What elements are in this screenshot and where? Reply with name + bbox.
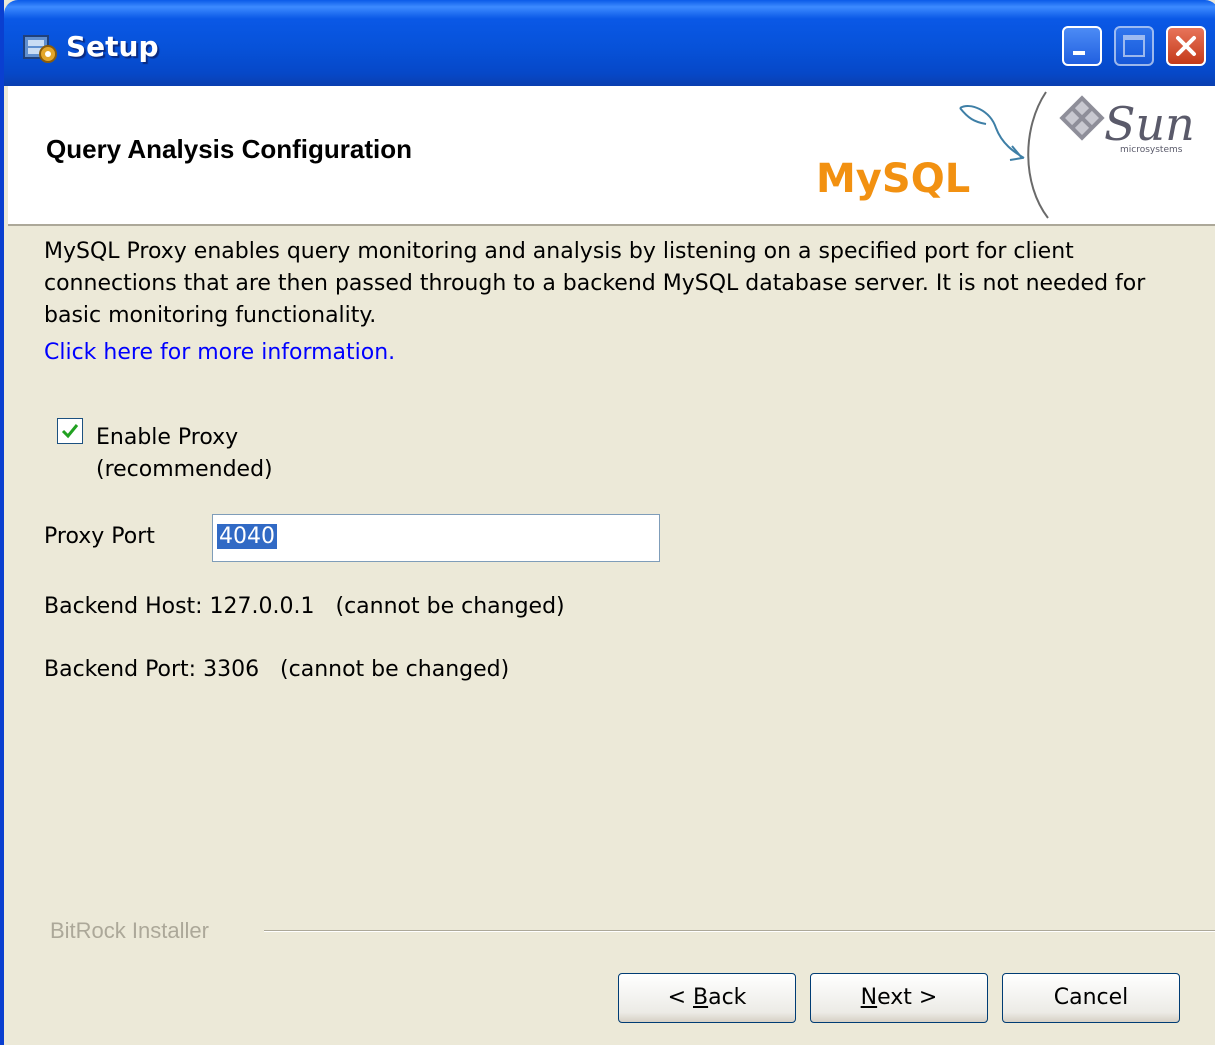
proxy-port-value: 4040: [217, 524, 277, 549]
next-button-mnemonic: N: [860, 985, 878, 1010]
next-button-rest: ext >: [877, 985, 938, 1010]
sun-logo: Sun microsystems: [1059, 95, 1195, 155]
back-button[interactable]: < Back: [618, 973, 796, 1023]
maximize-icon: [1123, 35, 1145, 57]
setup-window: Setup Query Analysis Configuration MySQL: [0, 0, 1215, 1045]
installer-brand: BitRock Installer: [50, 918, 209, 943]
backend-host-text: Backend Host: 127.0.0.1 (cannot be chang…: [44, 594, 565, 619]
close-icon: [1176, 36, 1196, 56]
back-button-mnemonic: B: [693, 985, 709, 1010]
enable-proxy-label[interactable]: Enable Proxy (recommended): [96, 422, 273, 486]
back-button-rest: ack: [708, 985, 747, 1010]
next-button[interactable]: Next >: [810, 973, 988, 1023]
proxy-port-input[interactable]: 4040: [212, 514, 660, 562]
back-button-prefix: <: [667, 985, 693, 1010]
enable-proxy-label-line1: Enable Proxy: [96, 425, 239, 450]
svg-text:microsystems: microsystems: [1120, 145, 1183, 155]
mysql-sun-logo: MySQL Sun microsystems: [816, 91, 1195, 219]
backend-port-text: Backend Port: 3306 (cannot be changed): [44, 657, 510, 682]
window-title: Setup: [66, 30, 159, 63]
mysql-logo: MySQL: [816, 105, 1025, 202]
description-text: MySQL Proxy enables query monitoring and…: [44, 239, 1146, 328]
cancel-button[interactable]: Cancel: [1002, 973, 1180, 1023]
maximize-button[interactable]: [1114, 26, 1154, 66]
setup-app-icon: [23, 35, 57, 63]
svg-text:Sun: Sun: [1104, 97, 1195, 151]
proxy-port-label: Proxy Port: [44, 524, 155, 549]
enable-proxy-label-line2: (recommended): [96, 457, 273, 482]
checkmark-icon: [61, 424, 79, 439]
minimize-button[interactable]: [1062, 26, 1102, 66]
svg-text:MySQL: MySQL: [816, 156, 970, 202]
enable-proxy-checkbox[interactable]: [57, 418, 83, 444]
close-button[interactable]: [1166, 26, 1206, 66]
more-info-link[interactable]: Click here for more information.: [44, 340, 395, 365]
title-bar[interactable]: Setup: [4, 0, 1215, 86]
minimize-icon: [1073, 51, 1085, 55]
footer-divider: [264, 930, 1215, 932]
page-title: Query Analysis Configuration: [46, 134, 412, 164]
